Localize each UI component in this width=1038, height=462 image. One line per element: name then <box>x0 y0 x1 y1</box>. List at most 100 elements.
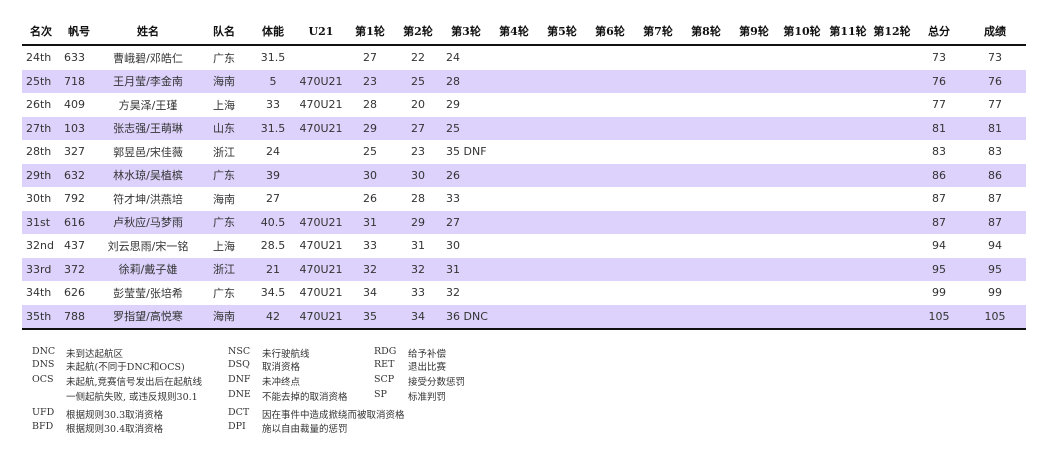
legend-description: 根据规则30.4取消资格 <box>66 424 164 435</box>
table-cell <box>296 187 346 211</box>
table-cell <box>538 234 586 258</box>
table-cell: 27 <box>442 210 490 234</box>
table-cell: 28th <box>26 145 52 159</box>
table-cell: 海南 <box>198 69 250 93</box>
table-cell: 广东 <box>198 210 250 234</box>
legend-description: 接受分数惩罚 <box>408 377 466 388</box>
table-cell: 76 <box>964 69 1026 93</box>
table-cell: 27 <box>363 51 377 65</box>
table-cell: 符才坤/洪燕培 <box>113 192 183 206</box>
legend-code: DCT <box>228 407 250 418</box>
table-cell <box>870 116 914 140</box>
table-cell <box>870 187 914 211</box>
table-cell <box>490 210 538 234</box>
table-cell <box>730 93 778 117</box>
column-header: 帆号 <box>60 18 98 46</box>
table-cell: 24 <box>266 145 280 159</box>
table-cell <box>586 257 634 281</box>
column-header: 第3轮 <box>442 18 490 46</box>
table-cell: 上海 <box>213 239 235 253</box>
legend-code: DPI <box>228 421 246 432</box>
table-cell <box>870 304 914 330</box>
column-header: 总分 <box>914 18 964 46</box>
table-cell: 94 <box>932 239 946 253</box>
table-cell: 470U21 <box>296 210 346 234</box>
table-cell: 32nd <box>26 239 54 253</box>
table-cell: 83 <box>932 145 946 159</box>
table-cell <box>778 304 826 330</box>
column-header: 第2轮 <box>394 18 442 46</box>
table-cell: 470U21 <box>299 98 343 112</box>
table-cell <box>730 45 778 70</box>
table-cell: 郭昱邑/宋佳薇 <box>113 145 183 159</box>
table-cell <box>634 281 682 305</box>
table-cell: 彭莹莹/张培希 <box>113 286 183 300</box>
table-cell: 372 <box>60 257 98 281</box>
table-cell: 山东 <box>198 116 250 140</box>
table-cell: 788 <box>60 304 98 330</box>
table-cell: 28.5 <box>260 239 286 253</box>
table-cell: 33 <box>446 192 460 206</box>
table-cell: 76 <box>914 69 964 93</box>
table-cell <box>682 69 730 93</box>
table-cell: 470U21 <box>296 257 346 281</box>
table-cell: 36 DNC <box>442 304 490 330</box>
table-cell: 718 <box>60 69 98 93</box>
legend-description: 因在事件中造成掀绕而被取消资格 <box>262 410 405 421</box>
table-cell <box>730 163 778 187</box>
table-cell: 39 <box>250 163 296 187</box>
legend-description: 未到达起航区 <box>66 349 124 360</box>
table-cell: 626 <box>64 286 85 300</box>
table-cell <box>778 69 826 93</box>
column-header: 第1轮 <box>346 18 394 46</box>
table-row: 34th 626 彭莹莹/张培希 广东 34.5 470U21 34 33 32 99 99 <box>22 281 1026 305</box>
table-cell: 327 <box>64 145 85 159</box>
table-cell <box>778 140 826 164</box>
legend-description: 根据规则30.3取消资格 <box>66 410 164 421</box>
legend-description: 给予补偿 <box>408 349 447 360</box>
table-cell: 470U21 <box>299 286 343 300</box>
table-cell <box>490 234 538 258</box>
legend-code: DNS <box>32 359 55 370</box>
table-cell <box>730 140 778 164</box>
table-row: 28th 327 郭昱邑/宋佳薇 浙江 24 25 23 35 DNF 83 83 <box>22 140 1026 164</box>
table-cell: 35 <box>346 304 394 330</box>
table-cell: 792 <box>64 192 85 206</box>
table-cell <box>826 187 870 211</box>
legend-description: 不能去掉的取消资格 <box>262 392 348 403</box>
table-cell <box>490 93 538 117</box>
table-cell <box>634 304 682 330</box>
table-cell: 31 <box>346 210 394 234</box>
legend-description: 施以自由裁量的惩罚 <box>262 424 348 435</box>
table-cell: 26 <box>442 163 490 187</box>
table-cell: 广东 <box>198 163 250 187</box>
table-cell <box>778 116 826 140</box>
table-cell <box>826 163 870 187</box>
table-cell: 25 <box>394 69 442 93</box>
table-cell: 470U21 <box>296 69 346 93</box>
table-cell <box>296 140 346 164</box>
table-cell: 30 <box>446 239 460 253</box>
column-header: 第9轮 <box>730 18 778 46</box>
table-cell: 81 <box>914 116 964 140</box>
table-cell: 27th <box>22 116 60 140</box>
column-header: 第4轮 <box>490 18 538 46</box>
table-cell: 29 <box>346 116 394 140</box>
table-cell: 42 <box>250 304 296 330</box>
table-cell <box>634 234 682 258</box>
table-cell <box>682 45 730 70</box>
table-cell: 5 <box>250 69 296 93</box>
column-header: 体能 <box>250 18 296 46</box>
table-cell: 99 <box>932 286 946 300</box>
table-cell: 28 <box>411 192 425 206</box>
table-cell: 海南 <box>213 192 235 206</box>
table-cell: 32 <box>394 257 442 281</box>
table-cell <box>682 234 730 258</box>
table-cell: 32 <box>346 257 394 281</box>
table-cell: 32 <box>446 286 460 300</box>
table-cell <box>634 163 682 187</box>
table-cell: 470U21 <box>296 116 346 140</box>
table-cell: 刘云思雨/宋一铭 <box>107 239 189 253</box>
table-cell: 张志强/王萌琳 <box>98 116 198 140</box>
table-cell: 33 <box>266 98 280 112</box>
